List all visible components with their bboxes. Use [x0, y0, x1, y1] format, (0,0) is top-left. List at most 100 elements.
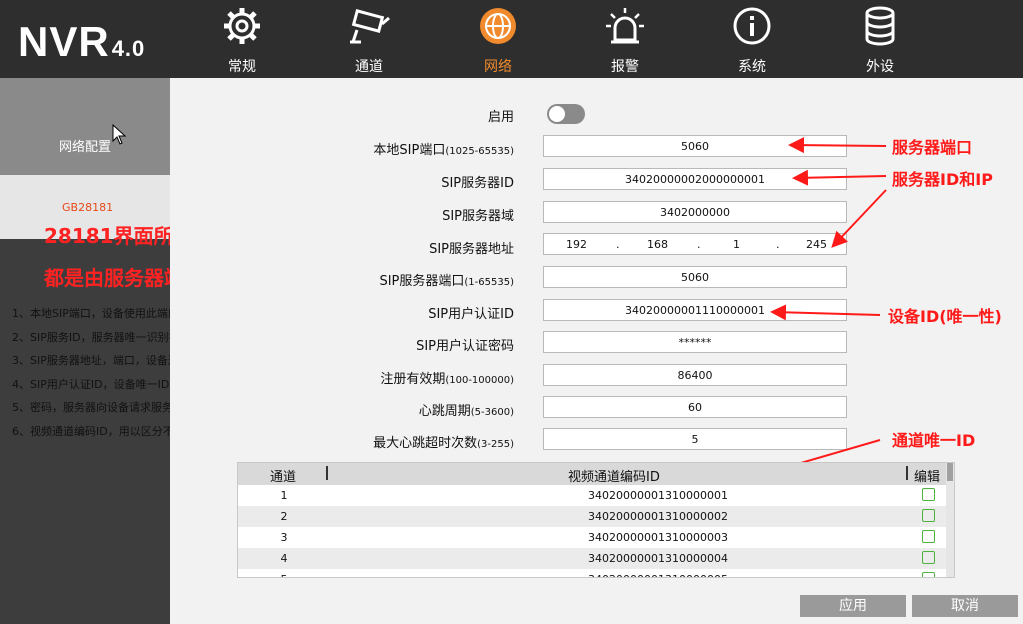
callout-server-port: 服务器端口: [892, 138, 973, 157]
callout-device-id: 设备ID(唯一性): [888, 307, 1002, 326]
ip-dot: .: [776, 238, 780, 251]
column-separator[interactable]: [326, 466, 328, 480]
sidebar-item-label: GB28181: [62, 201, 114, 214]
timeout-field[interactable]: 5: [543, 428, 847, 450]
user-id-field[interactable]: 34020000001110000001: [543, 299, 847, 321]
server-port-range: (1-65535): [464, 277, 514, 288]
local-port-range: (1025-65535): [445, 146, 514, 157]
row-code: 34020000001310000001: [588, 489, 728, 502]
channel-table: 通道 视频通道编码ID 编辑 1 34020000001310000001 2 34…: [237, 462, 955, 578]
server-ip-field[interactable]: [543, 233, 847, 255]
password-label: SIP用户认证密码: [416, 339, 514, 354]
timeout-range: (3-255): [477, 439, 514, 450]
row-channel: 1: [280, 489, 288, 502]
expiry-field[interactable]: 86400: [543, 364, 847, 386]
mouse-cursor-icon: [112, 124, 127, 145]
sidebar-item-network-config[interactable]: 网络配置: [0, 78, 170, 175]
heartbeat-field[interactable]: 60: [543, 396, 847, 418]
expiry-label: 注册有效期(100-100000): [380, 368, 514, 387]
table-row[interactable]: 2 34020000001310000002: [238, 506, 946, 527]
row-channel: 5: [276, 573, 292, 577]
timeout-label: 最大心跳超时次数(3-255): [373, 432, 514, 451]
heartbeat-label: 心跳周期(5-3600): [419, 400, 514, 419]
table-row[interactable]: 5 34020000001310000005: [238, 569, 946, 577]
gear-icon: [224, 8, 260, 44]
ip-dot: .: [616, 238, 620, 251]
header-channel: 通道: [270, 470, 297, 485]
server-ip-octet-2: 168: [647, 238, 668, 251]
nav-channel[interactable]: 通道: [319, 0, 419, 78]
timeout-label-text: 最大心跳超时次数: [373, 436, 478, 451]
sidebar-item-label: 网络配置: [58, 140, 111, 155]
callout-server-id-ip: 服务器ID和IP: [892, 170, 993, 189]
row-channel: 3: [280, 531, 288, 544]
local-port-label: 本地SIP端口(1025-65535): [373, 139, 514, 158]
edit-icon[interactable]: [922, 488, 935, 501]
server-ip-octet-4: 245: [806, 238, 827, 251]
enable-toggle[interactable]: [547, 104, 585, 124]
server-domain-field[interactable]: 3402000000: [543, 201, 847, 223]
top-nav-bar: NVR4.0 常规 通道 网络 报警 系统 外设: [0, 0, 1023, 78]
globe-icon: [480, 8, 516, 44]
server-port-label-text: SIP服务器端口: [379, 274, 465, 289]
edit-icon[interactable]: [922, 509, 935, 522]
table-row[interactable]: 3 34020000001310000003: [238, 527, 946, 548]
cancel-button[interactable]: 取消: [912, 595, 1018, 617]
toggle-knob: [549, 106, 565, 122]
edit-icon[interactable]: [922, 551, 935, 564]
user-id-label: SIP用户认证ID: [428, 307, 514, 322]
camera-icon: [350, 9, 390, 44]
local-port-label-text: 本地SIP端口: [373, 143, 446, 158]
enable-label: 启用: [487, 110, 514, 125]
table-scrollbar[interactable]: [946, 463, 954, 577]
alarm-icon: [606, 8, 644, 44]
server-ip-octet-1: 192: [566, 238, 587, 251]
server-ip-octet-3: 1: [733, 238, 740, 251]
row-channel: 4: [280, 552, 288, 565]
ip-dot: .: [697, 238, 701, 251]
expiry-label-text: 注册有效期: [380, 372, 446, 387]
row-code: 34020000001310000004: [588, 552, 728, 565]
apply-button[interactable]: 应用: [800, 595, 906, 617]
edit-icon[interactable]: [922, 572, 935, 577]
logo-version: 4.0: [111, 36, 146, 61]
scrollbar-thumb[interactable]: [947, 463, 953, 481]
header-edit: 编辑: [914, 470, 941, 485]
header-code: 视频通道编码ID: [568, 470, 660, 485]
nav-peripheral-label: 外设: [866, 59, 894, 75]
nvr-logo: NVR4.0: [18, 18, 145, 66]
nav-general[interactable]: 常规: [192, 0, 292, 78]
nav-peripheral[interactable]: 外设: [830, 0, 930, 78]
table-row[interactable]: 4 34020000001310000004: [238, 548, 946, 569]
table-row[interactable]: 1 34020000001310000001: [238, 485, 946, 506]
server-addr-label: SIP服务器地址: [429, 242, 514, 257]
callout-channel-id: 通道唯一ID: [892, 431, 976, 450]
nav-alarm-label: 报警: [611, 59, 639, 75]
server-id-field[interactable]: 34020000002000000001: [543, 168, 847, 190]
password-field[interactable]: ******: [543, 331, 847, 353]
nav-general-label: 常规: [228, 59, 256, 75]
nav-system-label: 系统: [738, 59, 766, 75]
server-port-field[interactable]: 5060: [543, 266, 847, 288]
server-domain-label: SIP服务器域: [442, 209, 514, 224]
expiry-range: (100-100000): [445, 375, 514, 386]
server-port-label: SIP服务器端口(1-65535): [379, 270, 514, 289]
heartbeat-range: (5-3600): [470, 407, 514, 418]
edit-icon[interactable]: [922, 530, 935, 543]
row-code: 34020000001310000005: [508, 573, 808, 577]
nav-channel-label: 通道: [355, 59, 383, 75]
server-id-label: SIP服务器ID: [441, 176, 514, 191]
nav-system[interactable]: 系统: [702, 0, 802, 78]
row-code: 34020000001310000003: [588, 531, 728, 544]
table-header: 通道 视频通道编码ID 编辑: [238, 463, 954, 485]
row-code: 34020000001310000002: [588, 510, 728, 523]
local-port-field[interactable]: 5060: [543, 135, 847, 157]
disk-icon: [865, 6, 895, 46]
nav-network[interactable]: 网络: [448, 0, 548, 78]
column-separator[interactable]: [906, 466, 908, 480]
row-channel: 2: [280, 510, 288, 523]
info-icon: [733, 7, 771, 45]
nav-network-label: 网络: [484, 59, 512, 75]
logo-text: NVR: [18, 18, 110, 65]
nav-alarm[interactable]: 报警: [575, 0, 675, 78]
